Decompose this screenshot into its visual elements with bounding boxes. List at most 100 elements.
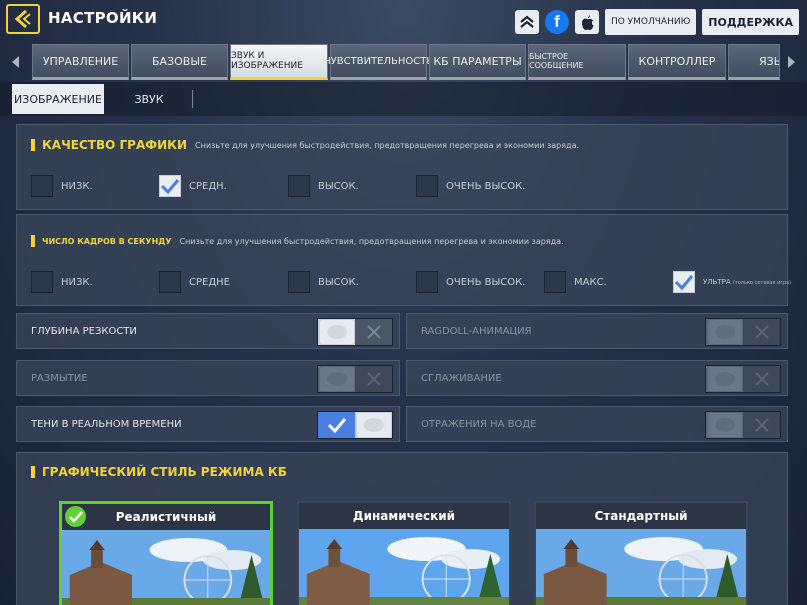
top-bar: НАСТРОЙКИ f ПО УМОЛЧАНИЮ ПОДДЕРЖКА <box>0 0 807 42</box>
back-button[interactable] <box>6 4 40 34</box>
main-tabs: УПРАВЛЕНИЕ БАЗОВЫЕ ЗВУК И ИЗОБРАЖЕНИЕ ЧУ… <box>0 44 807 80</box>
page-title: НАСТРОЙКИ <box>48 9 158 27</box>
tab-language[interactable]: ЯЗЫ <box>728 44 780 80</box>
tab-sound-graphics[interactable]: ЗВУК И ИЗОБРАЖЕНИЕ <box>230 44 328 80</box>
option-label: ВЫСОК. <box>318 276 359 288</box>
section-marker <box>31 139 35 151</box>
subtab-graphics[interactable]: ИЗОБРАЖЕНИЕ <box>12 84 104 114</box>
option-label: ВЫСОК. <box>318 180 359 192</box>
apple-logo-icon <box>581 15 594 30</box>
x-icon <box>754 325 769 339</box>
fps-option-max[interactable]: МАКС. <box>544 271 607 293</box>
fps-option-high[interactable]: ВЫСОК. <box>288 271 359 293</box>
option-label: НИЗК. <box>61 180 93 192</box>
style-card-standard[interactable]: Стандартный <box>534 501 748 605</box>
sub-tabs: ИЗОБРАЖЕНИЕ ЗВУК <box>0 82 807 116</box>
tabs-left-arrow-icon[interactable] <box>6 52 24 72</box>
section-marker <box>31 466 35 478</box>
checkbox[interactable] <box>31 175 53 197</box>
option-label: СРЕДН. <box>189 180 227 192</box>
frame-rate-header: ЧИСЛО КАДРОВ В СЕКУНДУ Снизьте для улучш… <box>31 235 564 247</box>
water-reflections-switch <box>705 411 781 439</box>
checkmark-icon <box>327 418 346 434</box>
style-card-realistic[interactable]: Реалистичный <box>59 501 273 605</box>
graphics-quality-header: КАЧЕСТВО ГРАФИКИ Снизьте для улучшения б… <box>31 138 579 152</box>
ultra-label: УЛЬТРА <box>703 278 731 286</box>
x-icon <box>754 372 769 386</box>
tabs-right-arrow-icon[interactable] <box>783 52 801 72</box>
tab-basic[interactable]: БАЗОВЫЕ <box>131 44 228 80</box>
toggle-ragdoll: RAGDOLL-АНИМАЦИЯ <box>406 313 788 349</box>
toggle-anti-aliasing: СГЛАЖИВАНИЕ <box>406 360 788 396</box>
card-title: Динамический <box>299 503 509 529</box>
frame-rate-panel: ЧИСЛО КАДРОВ В СЕКУНДУ Снизьте для улучш… <box>16 214 791 306</box>
fps-option-ultra[interactable]: УЛЬТРА (только сетевая игра) <box>673 271 791 293</box>
checkmark-icon <box>160 179 180 195</box>
toggle-label: ТЕНИ В РЕАЛЬНОМ ВРЕМЕНИ <box>31 419 182 430</box>
quality-option-very-high[interactable]: ОЧЕНЬ ВЫСОК. <box>416 175 525 197</box>
tab-controls[interactable]: УПРАВЛЕНИЕ <box>32 44 129 80</box>
br-style-title: ГРАФИЧЕСКИЙ СТИЛЬ РЕЖИМА КБ <box>42 465 287 479</box>
quality-option-medium[interactable]: СРЕДН. <box>159 175 227 197</box>
checkbox[interactable] <box>159 271 181 293</box>
tab-quick-chat[interactable]: БЫСТРОЕ СООБЩЕНИЕ <box>528 44 626 80</box>
fps-option-low[interactable]: НИЗК. <box>31 271 93 293</box>
quality-option-low[interactable]: НИЗК. <box>31 175 93 197</box>
toggle-label: РАЗМЫТИЕ <box>31 373 88 384</box>
fps-option-very-high[interactable]: ОЧЕНЬ ВЫСОК. <box>416 271 525 293</box>
toggle-water-reflections: ОТРАЖЕНИЯ НА ВОДЕ <box>406 406 788 442</box>
rank-icon[interactable] <box>514 10 539 34</box>
tab-controller[interactable]: КОНТРОЛЛЕР <box>628 44 726 80</box>
option-label: МАКС. <box>574 276 607 288</box>
ragdoll-switch <box>705 318 781 346</box>
toggle-label: ОТРАЖЕНИЯ НА ВОДЕ <box>421 419 537 430</box>
checkbox[interactable] <box>288 271 310 293</box>
anti-aliasing-switch <box>705 365 781 393</box>
option-label: ОЧЕНЬ ВЫСОК. <box>446 276 526 288</box>
checkmark-icon <box>674 275 694 291</box>
card-title: Реалистичный <box>62 504 270 530</box>
x-icon <box>366 325 381 339</box>
card-label: Реалистичный <box>115 510 217 524</box>
card-label: Динамический <box>352 509 456 523</box>
style-card-dynamic[interactable]: Динамический <box>297 501 511 605</box>
graphics-quality-description: Снизьте для улучшения быстродействия, пр… <box>195 140 580 150</box>
graphics-quality-panel: КАЧЕСТВО ГРАФИКИ Снизьте для улучшения б… <box>16 124 788 210</box>
toggle-label: ГЛУБИНА РЕЗКОСТИ <box>31 326 137 337</box>
back-arrow-icon <box>14 9 31 29</box>
card-label: Стандартный <box>594 509 688 523</box>
map-preview-image <box>536 529 746 605</box>
fps-option-medium[interactable]: СРЕДНЕ <box>159 271 230 293</box>
blur-switch <box>317 365 393 393</box>
checkbox-checked[interactable] <box>673 271 695 293</box>
realtime-shadows-switch[interactable] <box>317 411 393 439</box>
checkbox[interactable] <box>288 175 310 197</box>
toggle-label: СГЛАЖИВАНИЕ <box>421 373 502 384</box>
tab-br-settings[interactable]: КБ ПАРАМЕТРЫ <box>429 44 526 80</box>
frame-rate-title: ЧИСЛО КАДРОВ В СЕКУНДУ <box>42 236 172 246</box>
tab-sensitivity[interactable]: ЧУВСТВИТЕЛЬНОСТЬ <box>324 44 433 80</box>
quality-option-high[interactable]: ВЫСОК. <box>288 175 359 197</box>
x-icon <box>754 418 769 432</box>
selected-check-icon <box>65 506 86 527</box>
checkbox[interactable] <box>544 271 566 293</box>
map-preview-image <box>62 530 270 605</box>
subtab-divider <box>192 90 193 108</box>
option-label: НИЗК. <box>61 276 93 288</box>
toggle-realtime-shadows: ТЕНИ В РЕАЛЬНОМ ВРЕМЕНИ <box>16 406 400 442</box>
toggle-label: RAGDOLL-АНИМАЦИЯ <box>421 326 532 337</box>
facebook-icon[interactable]: f <box>544 10 569 34</box>
option-label: ОЧЕНЬ ВЫСОК. <box>446 180 526 192</box>
toggle-blur: РАЗМЫТИЕ <box>16 360 400 396</box>
checkbox-checked[interactable] <box>159 175 181 197</box>
frame-rate-description: Снизьте для улучшения быстродействия, пр… <box>179 236 564 246</box>
card-title: Стандартный <box>536 503 746 529</box>
default-settings-button[interactable]: ПО УМОЛЧАНИЮ <box>604 9 697 35</box>
apple-icon[interactable] <box>574 10 599 34</box>
checkbox[interactable] <box>416 175 438 197</box>
depth-of-field-switch[interactable] <box>317 318 393 346</box>
support-button[interactable]: ПОДДЕРЖКА <box>702 9 799 35</box>
checkbox[interactable] <box>31 271 53 293</box>
checkbox[interactable] <box>416 271 438 293</box>
subtab-sound[interactable]: ЗВУК <box>110 84 188 114</box>
